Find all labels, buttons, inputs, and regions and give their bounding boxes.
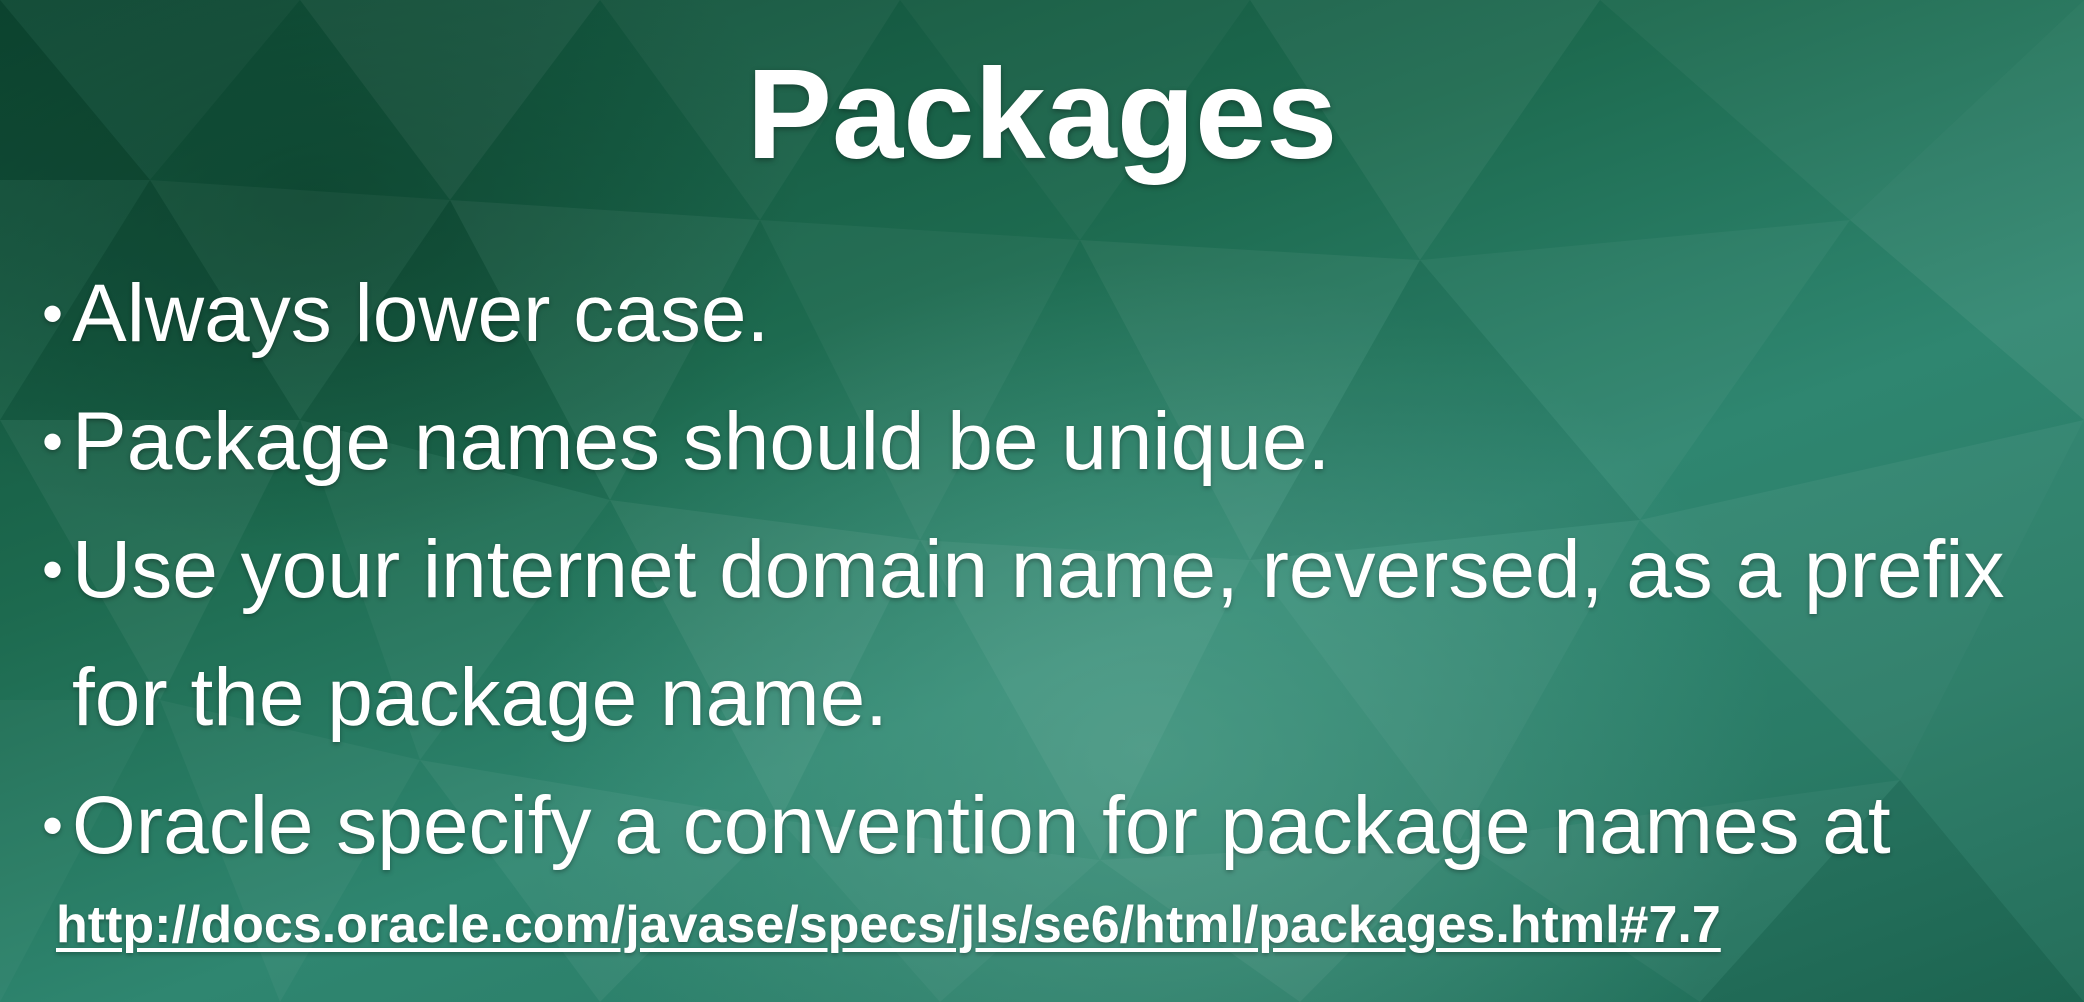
bullet-item: • Oracle specify a convention for packag… bbox=[42, 762, 2052, 890]
bullet-dot-icon: • bbox=[42, 792, 64, 859]
bullet-item: • Always lower case. bbox=[42, 250, 2052, 378]
bullet-text: Always lower case. bbox=[72, 268, 770, 359]
slide-title: Packages bbox=[746, 43, 1338, 186]
oracle-docs-link[interactable]: http://docs.oracle.com/javase/specs/jls/… bbox=[56, 890, 1721, 960]
bullet-list: • Always lower case. • Package names sho… bbox=[42, 250, 2052, 890]
bullet-dot-icon: • bbox=[42, 280, 64, 347]
bullet-dot-icon: • bbox=[42, 536, 64, 603]
bullet-text: Package names should be unique. bbox=[72, 396, 1331, 487]
bullet-text: Oracle specify a convention for package … bbox=[72, 780, 1891, 871]
bullet-text: Use your internet domain name, reversed,… bbox=[72, 524, 2005, 743]
bullet-dot-icon: • bbox=[42, 408, 64, 475]
bullet-item: • Use your internet domain name, reverse… bbox=[42, 506, 2052, 762]
bullet-item: • Package names should be unique. bbox=[42, 378, 2052, 506]
